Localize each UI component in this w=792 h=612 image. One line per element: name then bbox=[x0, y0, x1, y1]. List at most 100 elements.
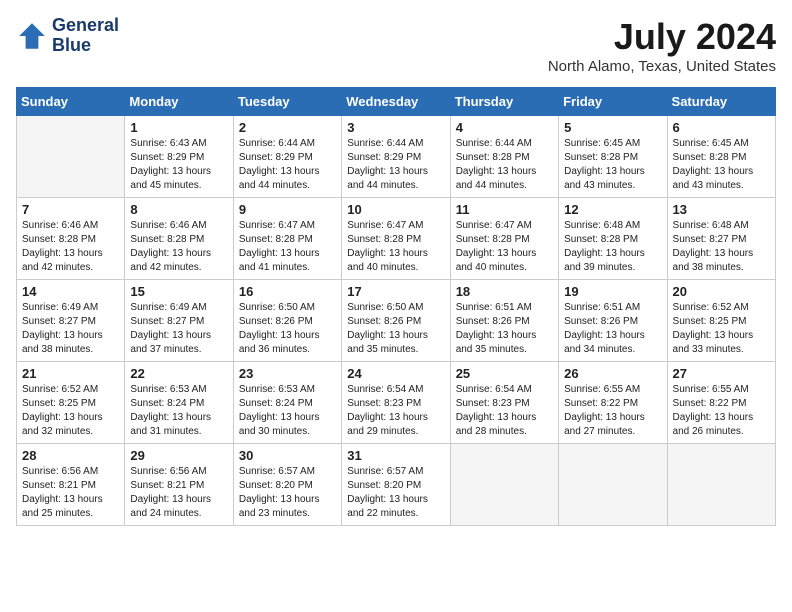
calendar-cell: 27 Sunrise: 6:55 AM Sunset: 8:22 PM Dayl… bbox=[667, 362, 775, 444]
logo-text: General Blue bbox=[52, 16, 119, 56]
day-number: 3 bbox=[347, 120, 444, 135]
cell-info: Sunrise: 6:45 AM Sunset: 8:28 PM Dayligh… bbox=[673, 137, 770, 193]
weekday-header: Wednesday bbox=[342, 88, 450, 116]
calendar-cell: 24 Sunrise: 6:54 AM Sunset: 8:23 PM Dayl… bbox=[342, 362, 450, 444]
calendar-cell: 8 Sunrise: 6:46 AM Sunset: 8:28 PM Dayli… bbox=[125, 198, 233, 280]
calendar-cell: 2 Sunrise: 6:44 AM Sunset: 8:29 PM Dayli… bbox=[233, 116, 341, 198]
cell-info: Sunrise: 6:46 AM Sunset: 8:28 PM Dayligh… bbox=[130, 219, 227, 275]
day-number: 11 bbox=[456, 202, 553, 217]
weekday-header: Saturday bbox=[667, 88, 775, 116]
cell-info: Sunrise: 6:49 AM Sunset: 8:27 PM Dayligh… bbox=[22, 301, 119, 357]
calendar-cell: 26 Sunrise: 6:55 AM Sunset: 8:22 PM Dayl… bbox=[559, 362, 667, 444]
calendar-cell: 5 Sunrise: 6:45 AM Sunset: 8:28 PM Dayli… bbox=[559, 116, 667, 198]
calendar-cell: 17 Sunrise: 6:50 AM Sunset: 8:26 PM Dayl… bbox=[342, 280, 450, 362]
day-number: 4 bbox=[456, 120, 553, 135]
calendar-cell: 31 Sunrise: 6:57 AM Sunset: 8:20 PM Dayl… bbox=[342, 444, 450, 526]
day-number: 25 bbox=[456, 366, 553, 381]
cell-info: Sunrise: 6:53 AM Sunset: 8:24 PM Dayligh… bbox=[239, 383, 336, 439]
cell-info: Sunrise: 6:48 AM Sunset: 8:27 PM Dayligh… bbox=[673, 219, 770, 275]
weekday-header: Thursday bbox=[450, 88, 558, 116]
calendar-cell: 29 Sunrise: 6:56 AM Sunset: 8:21 PM Dayl… bbox=[125, 444, 233, 526]
day-number: 6 bbox=[673, 120, 770, 135]
calendar-cell: 13 Sunrise: 6:48 AM Sunset: 8:27 PM Dayl… bbox=[667, 198, 775, 280]
calendar-cell: 6 Sunrise: 6:45 AM Sunset: 8:28 PM Dayli… bbox=[667, 116, 775, 198]
logo-icon bbox=[16, 20, 48, 52]
day-number: 12 bbox=[564, 202, 661, 217]
calendar-week-row: 28 Sunrise: 6:56 AM Sunset: 8:21 PM Dayl… bbox=[17, 444, 776, 526]
calendar-week-row: 1 Sunrise: 6:43 AM Sunset: 8:29 PM Dayli… bbox=[17, 116, 776, 198]
calendar-cell: 21 Sunrise: 6:52 AM Sunset: 8:25 PM Dayl… bbox=[17, 362, 125, 444]
calendar-cell: 16 Sunrise: 6:50 AM Sunset: 8:26 PM Dayl… bbox=[233, 280, 341, 362]
day-number: 22 bbox=[130, 366, 227, 381]
cell-info: Sunrise: 6:51 AM Sunset: 8:26 PM Dayligh… bbox=[564, 301, 661, 357]
day-number: 1 bbox=[130, 120, 227, 135]
cell-info: Sunrise: 6:43 AM Sunset: 8:29 PM Dayligh… bbox=[130, 137, 227, 193]
day-number: 2 bbox=[239, 120, 336, 135]
day-number: 28 bbox=[22, 448, 119, 463]
calendar-week-row: 7 Sunrise: 6:46 AM Sunset: 8:28 PM Dayli… bbox=[17, 198, 776, 280]
cell-info: Sunrise: 6:46 AM Sunset: 8:28 PM Dayligh… bbox=[22, 219, 119, 275]
calendar-cell: 3 Sunrise: 6:44 AM Sunset: 8:29 PM Dayli… bbox=[342, 116, 450, 198]
calendar-cell: 1 Sunrise: 6:43 AM Sunset: 8:29 PM Dayli… bbox=[125, 116, 233, 198]
calendar-cell: 12 Sunrise: 6:48 AM Sunset: 8:28 PM Dayl… bbox=[559, 198, 667, 280]
day-number: 30 bbox=[239, 448, 336, 463]
day-number: 24 bbox=[347, 366, 444, 381]
day-number: 14 bbox=[22, 284, 119, 299]
day-number: 21 bbox=[22, 366, 119, 381]
calendar-week-row: 14 Sunrise: 6:49 AM Sunset: 8:27 PM Dayl… bbox=[17, 280, 776, 362]
cell-info: Sunrise: 6:52 AM Sunset: 8:25 PM Dayligh… bbox=[22, 383, 119, 439]
cell-info: Sunrise: 6:47 AM Sunset: 8:28 PM Dayligh… bbox=[239, 219, 336, 275]
cell-info: Sunrise: 6:55 AM Sunset: 8:22 PM Dayligh… bbox=[564, 383, 661, 439]
day-number: 19 bbox=[564, 284, 661, 299]
day-number: 8 bbox=[130, 202, 227, 217]
cell-info: Sunrise: 6:45 AM Sunset: 8:28 PM Dayligh… bbox=[564, 137, 661, 193]
calendar-cell: 9 Sunrise: 6:47 AM Sunset: 8:28 PM Dayli… bbox=[233, 198, 341, 280]
calendar-cell: 22 Sunrise: 6:53 AM Sunset: 8:24 PM Dayl… bbox=[125, 362, 233, 444]
cell-info: Sunrise: 6:50 AM Sunset: 8:26 PM Dayligh… bbox=[347, 301, 444, 357]
day-number: 16 bbox=[239, 284, 336, 299]
calendar-cell bbox=[559, 444, 667, 526]
day-number: 5 bbox=[564, 120, 661, 135]
cell-info: Sunrise: 6:56 AM Sunset: 8:21 PM Dayligh… bbox=[130, 465, 227, 521]
day-number: 29 bbox=[130, 448, 227, 463]
day-number: 9 bbox=[239, 202, 336, 217]
title-block: July 2024 North Alamo, Texas, United Sta… bbox=[548, 16, 776, 75]
calendar-cell: 4 Sunrise: 6:44 AM Sunset: 8:28 PM Dayli… bbox=[450, 116, 558, 198]
page-header: General Blue July 2024 North Alamo, Texa… bbox=[16, 16, 776, 75]
day-number: 31 bbox=[347, 448, 444, 463]
cell-info: Sunrise: 6:57 AM Sunset: 8:20 PM Dayligh… bbox=[347, 465, 444, 521]
day-number: 26 bbox=[564, 366, 661, 381]
calendar-cell bbox=[667, 444, 775, 526]
cell-info: Sunrise: 6:44 AM Sunset: 8:29 PM Dayligh… bbox=[347, 137, 444, 193]
calendar-cell: 23 Sunrise: 6:53 AM Sunset: 8:24 PM Dayl… bbox=[233, 362, 341, 444]
day-number: 15 bbox=[130, 284, 227, 299]
calendar-week-row: 21 Sunrise: 6:52 AM Sunset: 8:25 PM Dayl… bbox=[17, 362, 776, 444]
cell-info: Sunrise: 6:47 AM Sunset: 8:28 PM Dayligh… bbox=[456, 219, 553, 275]
location: North Alamo, Texas, United States bbox=[548, 58, 776, 75]
weekday-header: Monday bbox=[125, 88, 233, 116]
cell-info: Sunrise: 6:55 AM Sunset: 8:22 PM Dayligh… bbox=[673, 383, 770, 439]
cell-info: Sunrise: 6:48 AM Sunset: 8:28 PM Dayligh… bbox=[564, 219, 661, 275]
calendar-cell: 7 Sunrise: 6:46 AM Sunset: 8:28 PM Dayli… bbox=[17, 198, 125, 280]
calendar-cell: 11 Sunrise: 6:47 AM Sunset: 8:28 PM Dayl… bbox=[450, 198, 558, 280]
weekday-header-row: SundayMondayTuesdayWednesdayThursdayFrid… bbox=[17, 88, 776, 116]
day-number: 17 bbox=[347, 284, 444, 299]
weekday-header: Tuesday bbox=[233, 88, 341, 116]
cell-info: Sunrise: 6:44 AM Sunset: 8:28 PM Dayligh… bbox=[456, 137, 553, 193]
calendar-cell bbox=[17, 116, 125, 198]
calendar-cell: 20 Sunrise: 6:52 AM Sunset: 8:25 PM Dayl… bbox=[667, 280, 775, 362]
cell-info: Sunrise: 6:50 AM Sunset: 8:26 PM Dayligh… bbox=[239, 301, 336, 357]
calendar-cell: 28 Sunrise: 6:56 AM Sunset: 8:21 PM Dayl… bbox=[17, 444, 125, 526]
cell-info: Sunrise: 6:47 AM Sunset: 8:28 PM Dayligh… bbox=[347, 219, 444, 275]
cell-info: Sunrise: 6:57 AM Sunset: 8:20 PM Dayligh… bbox=[239, 465, 336, 521]
calendar-cell: 10 Sunrise: 6:47 AM Sunset: 8:28 PM Dayl… bbox=[342, 198, 450, 280]
calendar-cell: 25 Sunrise: 6:54 AM Sunset: 8:23 PM Dayl… bbox=[450, 362, 558, 444]
weekday-header: Sunday bbox=[17, 88, 125, 116]
calendar-table: SundayMondayTuesdayWednesdayThursdayFrid… bbox=[16, 87, 776, 526]
calendar-cell: 30 Sunrise: 6:57 AM Sunset: 8:20 PM Dayl… bbox=[233, 444, 341, 526]
day-number: 10 bbox=[347, 202, 444, 217]
calendar-cell: 15 Sunrise: 6:49 AM Sunset: 8:27 PM Dayl… bbox=[125, 280, 233, 362]
cell-info: Sunrise: 6:56 AM Sunset: 8:21 PM Dayligh… bbox=[22, 465, 119, 521]
day-number: 7 bbox=[22, 202, 119, 217]
calendar-cell: 14 Sunrise: 6:49 AM Sunset: 8:27 PM Dayl… bbox=[17, 280, 125, 362]
